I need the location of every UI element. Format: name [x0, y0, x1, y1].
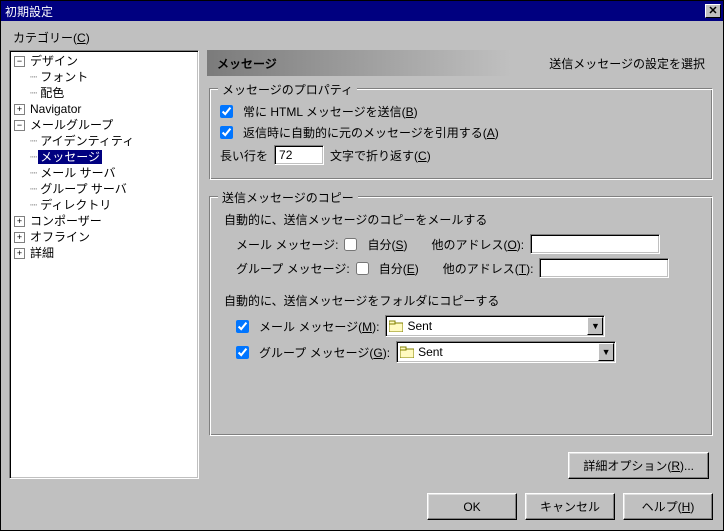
group-folder-combo[interactable]: Sent ▼ — [396, 341, 616, 363]
mail-copy-intro: 自動的に、送信メッセージのコピーをメールする — [224, 211, 702, 228]
panel-title: メッセージ — [217, 55, 277, 72]
group-self-label: 自分(E) — [379, 260, 419, 277]
preferences-window: 初期設定 ✕ カテゴリー(C) −デザイン ┈フォント ┈配色 — [0, 0, 724, 531]
mail-folder-label: メール メッセージ(M): — [259, 318, 379, 335]
panel-header: メッセージ 送信メッセージの設定を選択 — [207, 50, 715, 76]
mail-folder-checkbox[interactable] — [236, 320, 249, 333]
main-split: −デザイン ┈フォント ┈配色 +Navigator −メールグループ ┈アイデ… — [9, 50, 715, 479]
auto-quote-label: 返信時に自動的に元のメッセージを引用する(A) — [243, 124, 499, 141]
send-copies-group: 送信メッセージのコピー 自動的に、送信メッセージのコピーをメールする メール メ… — [209, 196, 713, 436]
mail-self-checkbox[interactable] — [344, 238, 357, 251]
tree-node-identity[interactable]: アイデンティティ — [38, 134, 136, 148]
group-folder-label: グループ メッセージ(G): — [259, 344, 390, 361]
expand-icon[interactable]: + — [14, 104, 25, 115]
tree-node-offline[interactable]: オフライン — [28, 230, 92, 244]
content: カテゴリー(C) −デザイン ┈フォント ┈配色 +Navigator — [1, 21, 723, 485]
group-self-checkbox[interactable] — [356, 262, 369, 275]
close-button[interactable]: ✕ — [705, 4, 721, 18]
always-html-checkbox[interactable] — [220, 105, 233, 118]
titlebar: 初期設定 ✕ — [1, 1, 723, 21]
group-other-label: 他のアドレス(T): — [443, 260, 534, 277]
help-button[interactable]: ヘルプ(H) — [623, 493, 713, 520]
tree-node-navigator[interactable]: Navigator — [28, 102, 83, 116]
expand-icon[interactable]: − — [14, 120, 25, 131]
group-legend: 送信メッセージのコピー — [218, 189, 358, 206]
mail-other-address-input[interactable] — [530, 234, 660, 254]
tree-node-groupserver[interactable]: グループ サーバ — [38, 182, 129, 196]
panel-subtitle: 送信メッセージの設定を選択 — [549, 55, 705, 72]
advanced-options-button[interactable]: 詳細オプション(R)... — [568, 452, 709, 479]
mail-folder-combo[interactable]: Sent ▼ — [385, 315, 605, 337]
folder-icon — [389, 320, 403, 332]
message-properties-group: メッセージのプロパティ 常に HTML メッセージを送信(B) 返信時に自動的に… — [209, 88, 713, 180]
auto-quote-checkbox[interactable] — [220, 126, 233, 139]
tree-node-font[interactable]: フォント — [38, 70, 90, 84]
expand-icon[interactable]: + — [14, 248, 25, 259]
always-html-label: 常に HTML メッセージを送信(B) — [243, 103, 418, 120]
folder-icon — [400, 346, 414, 358]
category-label: カテゴリー(C) — [13, 29, 715, 46]
tree-node-composer[interactable]: コンポーザー — [28, 214, 104, 228]
cancel-button[interactable]: キャンセル — [525, 493, 615, 520]
mail-msg-label: メール メッセージ: — [236, 236, 338, 253]
expand-icon[interactable]: + — [14, 232, 25, 243]
mail-other-label: 他のアドレス(O): — [431, 236, 524, 253]
wrap-length-input[interactable] — [274, 145, 324, 165]
folder-copy-intro: 自動的に、送信メッセージをフォルダにコピーする — [224, 292, 702, 309]
tree-node-detail[interactable]: 詳細 — [28, 246, 56, 260]
chevron-down-icon[interactable]: ▼ — [587, 317, 603, 335]
tree-node-design[interactable]: デザイン — [28, 54, 80, 68]
group-legend: メッセージのプロパティ — [218, 81, 357, 98]
settings-panel: メッセージ 送信メッセージの設定を選択 メッセージのプロパティ 常に HTML … — [207, 50, 715, 479]
ok-button[interactable]: OK — [427, 493, 517, 520]
combo-value: Sent — [418, 345, 597, 359]
group-msg-label: グループ メッセージ: — [236, 260, 350, 277]
window-title: 初期設定 — [5, 3, 53, 20]
group-other-address-input[interactable] — [539, 258, 669, 278]
dialog-buttons: OK キャンセル ヘルプ(H) — [1, 485, 723, 530]
tree-node-mailserver[interactable]: メール サーバ — [38, 166, 117, 180]
chevron-down-icon[interactable]: ▼ — [598, 343, 614, 361]
wrap-post-label: 文字で折り返す(C) — [330, 147, 431, 164]
tree-node-color[interactable]: 配色 — [38, 86, 66, 100]
combo-value: Sent — [407, 319, 586, 333]
expand-icon[interactable]: + — [14, 216, 25, 227]
expand-icon[interactable]: − — [14, 56, 25, 67]
tree-node-messages[interactable]: メッセージ — [38, 150, 102, 164]
category-tree[interactable]: −デザイン ┈フォント ┈配色 +Navigator −メールグループ ┈アイデ… — [9, 50, 199, 479]
mail-self-label: 自分(S) — [367, 236, 407, 253]
tree-node-directory[interactable]: ディレクトリ — [38, 198, 113, 212]
group-folder-checkbox[interactable] — [236, 346, 249, 359]
wrap-pre-label: 長い行を — [220, 147, 268, 164]
tree-node-mailgroup[interactable]: メールグループ — [28, 118, 115, 132]
